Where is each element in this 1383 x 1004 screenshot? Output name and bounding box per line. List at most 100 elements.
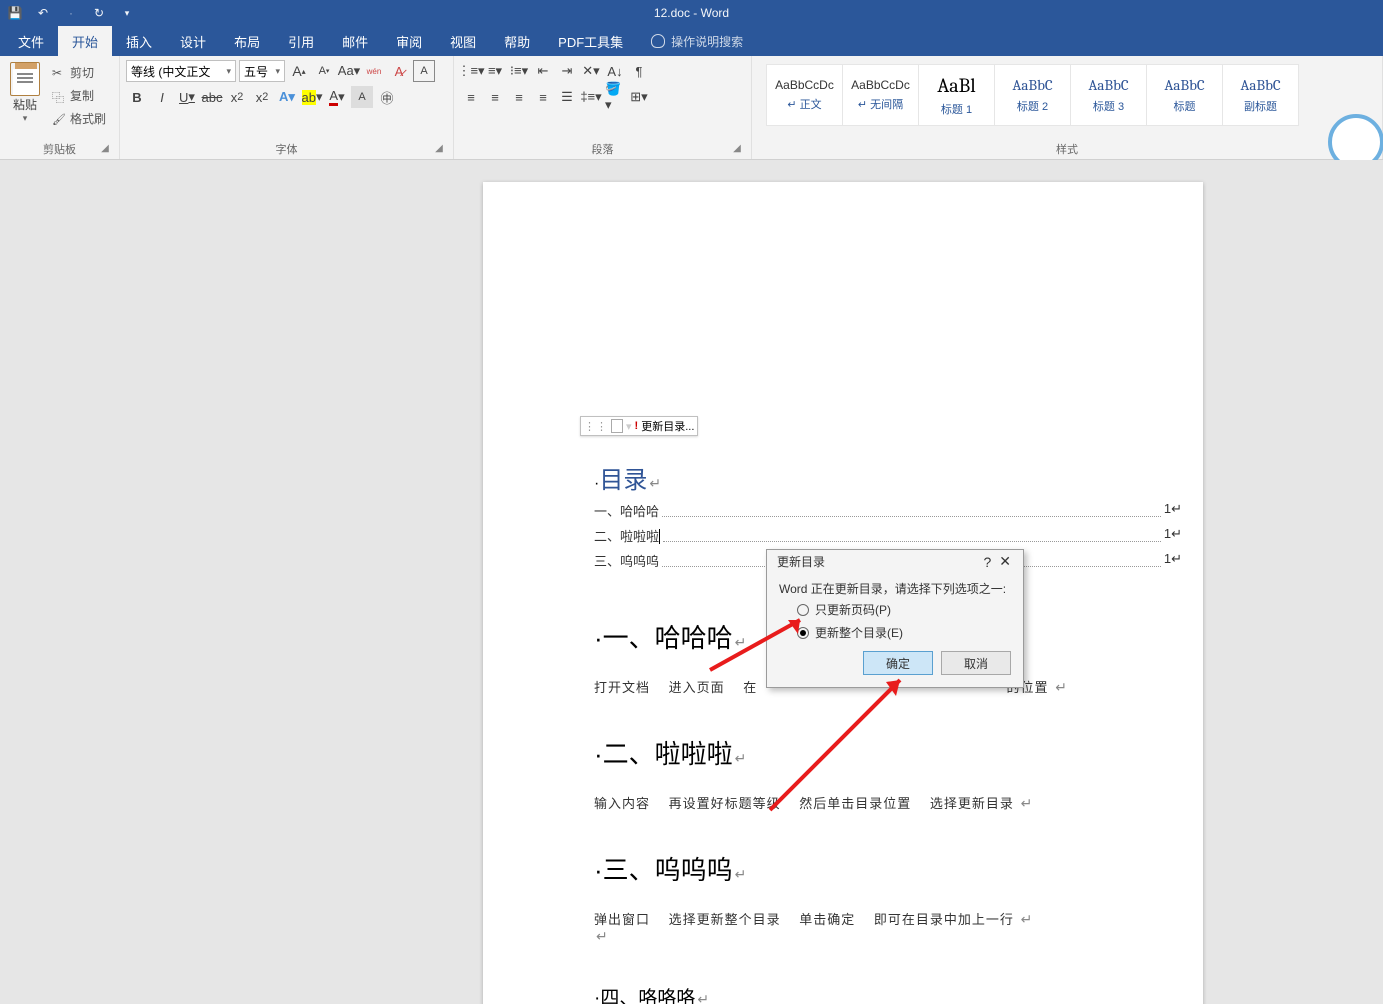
borders-button[interactable]: ⊞▾ [628,86,650,108]
tell-me-label: 操作说明搜索 [671,33,743,50]
qat-customize[interactable]: ▾ [116,2,138,24]
style-item[interactable]: AaBbC标题 2 [994,64,1071,126]
tab-insert[interactable]: 插入 [112,26,166,56]
format-painter-button[interactable]: 格式刷 [48,108,110,129]
document-workspace: ⋮⋮ ▾ ! 更新目录... ·目录↵ 一、哈哈哈1↵二、啦啦啦1↵三、呜呜呜1… [0,160,1383,1004]
tell-me-search[interactable]: 操作说明搜索 [637,26,743,56]
decrease-indent-button[interactable]: ⇤ [532,60,554,82]
clear-formatting-button[interactable]: A̷ [388,60,410,82]
toc-entry[interactable]: 一、哈哈哈1↵ [594,501,1182,520]
dialog-close-button[interactable]: ✕ [995,553,1015,570]
shading-button[interactable]: 🪣▾ [604,86,626,108]
font-launcher[interactable]: ◢ [433,143,445,155]
copy-button[interactable]: 复制 [48,85,110,106]
style-item[interactable]: AaBbCcDc↵ 正文 [766,64,843,126]
tab-design[interactable]: 设计 [166,26,220,56]
align-right-button[interactable]: ≡ [508,86,530,108]
italic-button[interactable]: I [151,86,173,108]
styles-gallery[interactable]: AaBbCcDc↵ 正文AaBbCcDc↵ 无间隔AaBl标题 1AaBbC标题… [758,60,1376,126]
toc-title: 目录 [599,468,647,494]
align-left-button[interactable]: ≡ [460,86,482,108]
exclaim-icon: ! [635,420,639,432]
enclose-char-button[interactable]: ㊥ [376,86,398,108]
align-center-button[interactable]: ≡ [484,86,506,108]
strikethrough-button[interactable]: abc [201,86,223,108]
font-name-combo[interactable]: 等线 (中文正文▾ [126,60,236,82]
page-icon [611,419,623,433]
tab-help[interactable]: 帮助 [490,26,544,56]
redo-button[interactable]: ↻ [88,2,110,24]
drag-handle-icon[interactable]: ⋮⋮ [584,420,608,433]
style-item[interactable]: AaBbC标题 [1146,64,1223,126]
underline-button[interactable]: U▾ [176,86,198,108]
tab-layout[interactable]: 布局 [220,26,274,56]
group-paragraph: ⋮≡▾ ≡▾ ⁝≡▾ ⇤ ⇥ ✕▾ A↓ ¶ ≡ ≡ ≡ ≡ ☰ ‡≡▾ 🪣▾ … [454,56,752,159]
tab-home[interactable]: 开始 [58,26,112,56]
font-group-label: 字体 [276,144,298,156]
toc-entry[interactable]: 二、啦啦啦1↵ [594,526,1182,545]
paragraph-launcher[interactable]: ◢ [731,143,743,155]
tab-view[interactable]: 视图 [436,26,490,56]
subscript-button[interactable]: x2 [226,86,248,108]
tab-review[interactable]: 审阅 [382,26,436,56]
ribbon: 粘贴 ▾ 剪切 复制 格式刷 剪贴板◢ 等线 (中文正文▾ 五号▾ A▴ A▾ … [0,56,1383,160]
superscript-button[interactable]: x2 [251,86,273,108]
dialog-message: Word 正在更新目录，请选择下列选项之一: [779,580,1011,597]
radio-update-entire-toc[interactable]: 更新整个目录(E) [797,624,1011,641]
paste-button[interactable]: 粘贴 ▾ [6,60,44,126]
dialog-titlebar[interactable]: 更新目录 ? ✕ [767,550,1023,576]
paragraph-2: 输入内容 再设置好标题等级 然后单击目录位置 选择更新目录 ↵ [594,793,1154,812]
radio-update-page-numbers[interactable]: 只更新页码(P) [797,601,1011,618]
paragraph-mark-icon: ↵ [649,475,661,491]
paste-icon [10,62,40,96]
styles-group-label: 样式 [1056,144,1078,156]
cancel-button[interactable]: 取消 [941,651,1011,675]
update-toc-dialog: 更新目录 ? ✕ Word 正在更新目录，请选择下列选项之一: 只更新页码(P)… [766,549,1024,688]
radio-icon [797,627,809,639]
window-title: 12.doc - Word [654,6,729,20]
save-button[interactable]: 💾 [4,2,26,24]
copy-icon [52,89,66,103]
line-spacing-button[interactable]: ‡≡▾ [580,86,602,108]
ribbon-tab-strip: 文件 开始 插入 设计 布局 引用 邮件 审阅 视图 帮助 PDF工具集 操作说… [0,26,1383,56]
cut-button[interactable]: 剪切 [48,62,110,83]
update-toc-link[interactable]: 更新目录... [641,418,694,434]
multilevel-list-button[interactable]: ⁝≡▾ [508,60,530,82]
sort-button[interactable]: A↓ [604,60,626,82]
bullets-button[interactable]: ⋮≡▾ [460,60,482,82]
qat-sep: · [60,2,82,24]
toc-field-context-bar[interactable]: ⋮⋮ ▾ ! 更新目录... [580,416,698,436]
asian-layout-button[interactable]: ✕▾ [580,60,602,82]
show-marks-button[interactable]: ¶ [628,60,650,82]
highlight-button[interactable]: ab▾ [301,86,323,108]
undo-button[interactable]: ↶ [32,2,54,24]
ok-button[interactable]: 确定 [863,651,933,675]
text-effects-button[interactable]: A▾ [276,86,298,108]
bold-button[interactable]: B [126,86,148,108]
style-item[interactable]: AaBl标题 1 [918,64,995,126]
dialog-help-button[interactable]: ? [979,554,995,570]
tab-mailings[interactable]: 邮件 [328,26,382,56]
font-size-combo[interactable]: 五号▾ [239,60,285,82]
numbering-button[interactable]: ≡▾ [484,60,506,82]
tab-pdf-tools[interactable]: PDF工具集 [544,26,637,56]
shrink-font-button[interactable]: A▾ [313,60,335,82]
char-shading-button[interactable]: A [351,86,373,108]
phonetic-guide-button[interactable]: wén [363,60,385,82]
paste-label: 粘贴 [13,96,37,113]
tab-references[interactable]: 引用 [274,26,328,56]
increase-indent-button[interactable]: ⇥ [556,60,578,82]
style-item[interactable]: AaBbC标题 3 [1070,64,1147,126]
clipboard-launcher[interactable]: ◢ [99,143,111,155]
char-border-button[interactable]: A [413,60,435,82]
group-font: 等线 (中文正文▾ 五号▾ A▴ A▾ Aa▾ wén A̷ A B I U▾ … [120,56,454,159]
distribute-button[interactable]: ☰ [556,86,578,108]
grow-font-button[interactable]: A▴ [288,60,310,82]
tab-file[interactable]: 文件 [4,26,58,56]
font-color-button[interactable]: A▾ [326,86,348,108]
brush-icon [52,112,66,126]
style-item[interactable]: AaBbCcDc↵ 无间隔 [842,64,919,126]
change-case-button[interactable]: Aa▾ [338,60,360,82]
justify-button[interactable]: ≡ [532,86,554,108]
style-item[interactable]: AaBbC副标题 [1222,64,1299,126]
